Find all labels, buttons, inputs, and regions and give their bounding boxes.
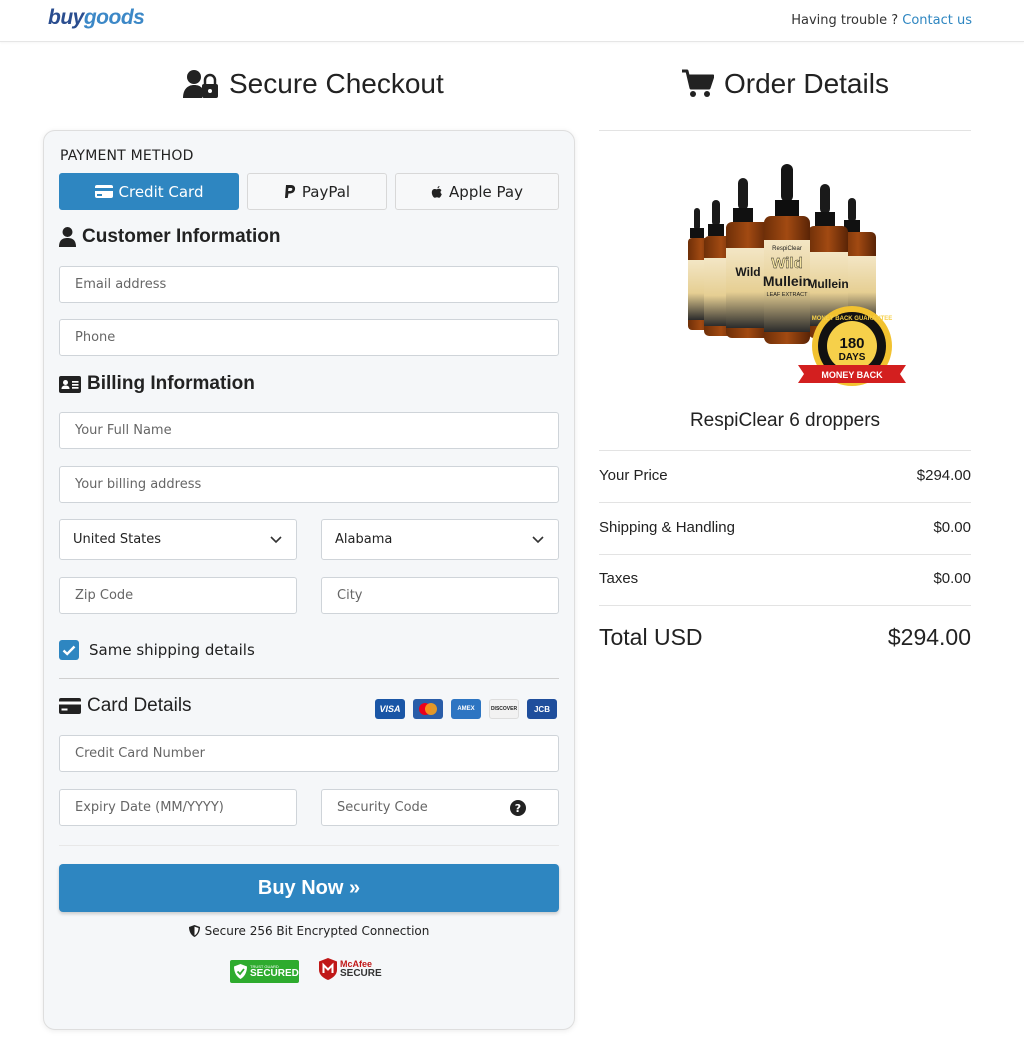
trust-guard-badge: TRUST GUARD SECURED <box>230 960 299 983</box>
total-label: Total USD <box>599 624 703 650</box>
taxes-row: Taxes $0.00 <box>599 570 971 587</box>
shield-check-icon <box>234 964 247 979</box>
product-image: Mullein Wild RespiClear Wild Mullein LEA… <box>688 164 906 386</box>
svg-text:LEAF EXTRACT: LEAF EXTRACT <box>767 292 809 298</box>
discover-logo: DISCOVER <box>489 699 519 719</box>
paypal-icon <box>284 184 296 198</box>
mcafee-secure-badge: McAfee SECURE <box>319 958 382 980</box>
payment-method-label: PAYMENT METHOD <box>60 148 194 164</box>
amex-logo: AMEX <box>451 699 481 719</box>
phone-field[interactable]: Phone <box>59 319 559 356</box>
svg-text:Wild: Wild <box>771 255 803 272</box>
apple-icon <box>431 185 442 198</box>
secure-connection-note: Secure 256 Bit Encrypted Connection <box>0 924 618 938</box>
product-name: RespiClear 6 droppers <box>689 410 881 431</box>
country-select[interactable]: United States <box>59 519 297 560</box>
mastercard-circles-icon <box>419 703 437 715</box>
svg-text:Mullein: Mullein <box>807 277 848 291</box>
full-name-field[interactable]: Your Full Name <box>59 412 559 449</box>
bottle-front: RespiClear Wild Mullein LEAF EXTRACT <box>763 164 811 344</box>
section-divider <box>59 678 559 679</box>
user-icon <box>59 227 76 247</box>
id-card-icon <box>59 375 81 393</box>
credit-card-tab[interactable]: Credit Card <box>59 173 239 210</box>
bottle-left-3: Wild <box>726 178 770 338</box>
jcb-logo: JCB <box>527 699 557 719</box>
chevron-down-icon <box>532 535 544 543</box>
taxes-value: $0.00 <box>933 570 971 587</box>
shipping-row: Shipping & Handling $0.00 <box>599 519 971 536</box>
paypal-tab[interactable]: PayPal <box>247 173 387 210</box>
svg-text:Wild: Wild <box>735 265 760 279</box>
top-bar: buygoods Having trouble ? Contact us <box>0 0 1024 42</box>
your-price-value: $294.00 <box>916 467 971 484</box>
money-back-seal: MONEY BACK GUARANTEE 180 DAYS MONEY BACK <box>798 306 906 386</box>
total-row: Total USD $294.00 <box>599 624 971 651</box>
billing-information-heading: Billing Information <box>59 373 255 395</box>
mcafee-shield-icon <box>319 958 337 980</box>
accepted-cards: VISA AMEX DISCOVER JCB <box>375 699 557 719</box>
svg-text:Mullein: Mullein <box>763 273 811 289</box>
question-circle-icon[interactable]: ? <box>510 800 526 816</box>
svg-text:MONEY BACK: MONEY BACK <box>821 370 883 380</box>
buy-now-button[interactable]: Buy Now » <box>59 864 559 912</box>
total-value: $294.00 <box>887 624 971 650</box>
svg-text:MONEY BACK GUARANTEE: MONEY BACK GUARANTEE <box>812 316 893 322</box>
shield-icon <box>188 925 200 937</box>
visa-logo: VISA <box>375 699 405 719</box>
shipping-value: $0.00 <box>933 519 971 536</box>
user-lock-icon <box>183 70 218 98</box>
state-select[interactable]: Alabama <box>321 519 559 560</box>
customer-information-heading: Customer Information <box>59 226 280 248</box>
svg-text:RespiClear: RespiClear <box>772 246 802 252</box>
contact-us-link[interactable]: Contact us <box>902 13 972 28</box>
buygoods-logo[interactable]: buygoods <box>48 6 145 30</box>
form-divider <box>59 845 559 846</box>
svg-text:DAYS: DAYS <box>839 352 866 363</box>
order-details-heading: Order Details <box>682 66 889 102</box>
same-shipping-checkbox[interactable] <box>59 640 79 660</box>
same-shipping-row: Same shipping details <box>59 640 255 660</box>
mastercard-logo <box>413 699 443 719</box>
chevron-down-icon <box>270 535 282 543</box>
taxes-label: Taxes <box>599 570 639 587</box>
order-divider <box>599 502 971 503</box>
card-number-field[interactable]: Credit Card Number <box>59 735 559 772</box>
card-details-heading: Card Details <box>59 695 192 717</box>
security-code-field[interactable]: Security Code ? <box>321 789 559 826</box>
email-field[interactable]: Email address <box>59 266 559 303</box>
zip-code-field[interactable]: Zip Code <box>59 577 297 614</box>
order-divider <box>599 450 971 451</box>
same-shipping-label: Same shipping details <box>89 641 255 659</box>
credit-card-icon <box>59 698 81 714</box>
help-text: Having trouble ? Contact us <box>791 13 972 28</box>
shopping-cart-icon <box>682 69 714 97</box>
city-field[interactable]: City <box>321 577 559 614</box>
apple-pay-tab[interactable]: Apple Pay <box>395 173 559 210</box>
expiry-date-field[interactable]: Expiry Date (MM/YYYY) <box>59 789 297 826</box>
order-divider <box>599 554 971 555</box>
order-top-divider <box>599 130 971 131</box>
secure-checkout-heading: Secure Checkout <box>183 66 444 102</box>
shipping-label: Shipping & Handling <box>599 519 735 536</box>
your-price-row: Your Price $294.00 <box>599 467 971 484</box>
billing-address-field[interactable]: Your billing address <box>59 466 559 503</box>
credit-card-icon <box>94 185 113 198</box>
checkmark-icon <box>62 645 76 656</box>
order-divider <box>599 605 971 606</box>
svg-text:180: 180 <box>839 335 864 352</box>
your-price-label: Your Price <box>599 467 668 484</box>
